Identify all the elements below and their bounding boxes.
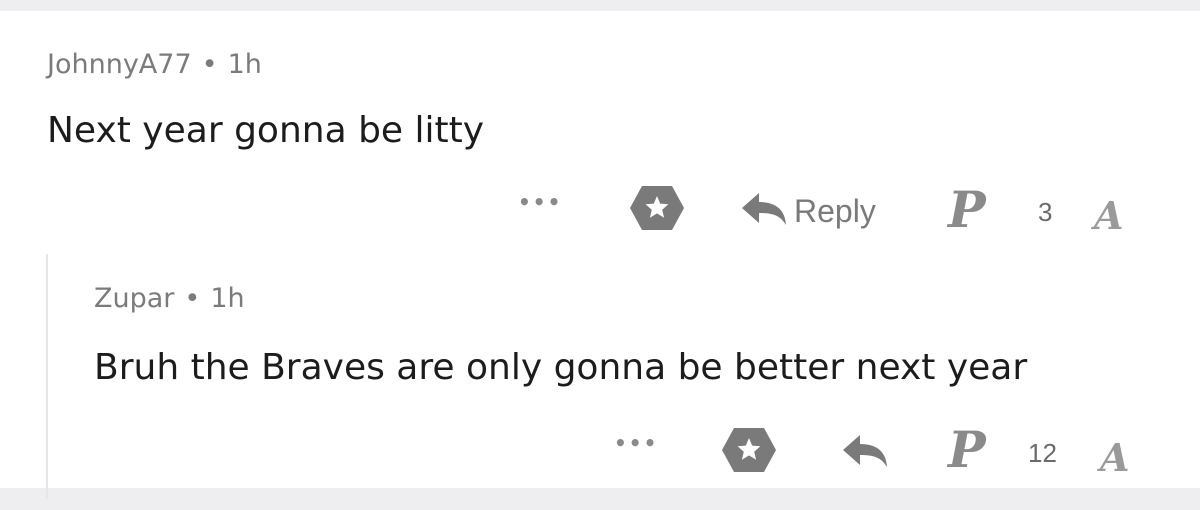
more-options-icon[interactable]: ••• bbox=[614, 431, 658, 455]
award-star-icon[interactable] bbox=[721, 427, 777, 473]
award-star-icon[interactable] bbox=[629, 185, 685, 231]
team-logo-a-icon[interactable]: A bbox=[1094, 197, 1123, 235]
vote-count: 3 bbox=[1038, 197, 1053, 227]
team-logo-p-icon[interactable]: P bbox=[948, 185, 986, 235]
comment-age: 1h bbox=[210, 283, 245, 314]
meta-separator: • bbox=[184, 283, 201, 314]
comment-meta: Zupar • 1h bbox=[94, 283, 245, 314]
comment-author[interactable]: Zupar bbox=[94, 283, 174, 314]
team-logo-p-icon[interactable]: P bbox=[948, 425, 986, 475]
vote-count: 12 bbox=[1028, 438, 1057, 468]
comment-body: Next year gonna be litty bbox=[47, 110, 485, 151]
team-logo-a-icon[interactable]: A bbox=[1100, 439, 1129, 477]
more-options-icon[interactable]: ••• bbox=[518, 190, 562, 214]
comment-meta: JohnnyA77 • 1h bbox=[47, 49, 262, 80]
meta-separator: • bbox=[201, 49, 218, 80]
reply-label: Reply bbox=[794, 193, 876, 229]
comment-author[interactable]: JohnnyA77 bbox=[47, 49, 192, 80]
comment-body: Bruh the Braves are only gonna be better… bbox=[94, 347, 1028, 388]
reply-arrow-icon[interactable] bbox=[842, 433, 888, 469]
thread-indent-line bbox=[46, 254, 48, 499]
comment-thread: JohnnyA77 • 1h Next year gonna be litty ••… bbox=[0, 11, 1200, 499]
comment-age: 1h bbox=[227, 49, 262, 80]
reply-arrow-icon bbox=[742, 193, 786, 225]
